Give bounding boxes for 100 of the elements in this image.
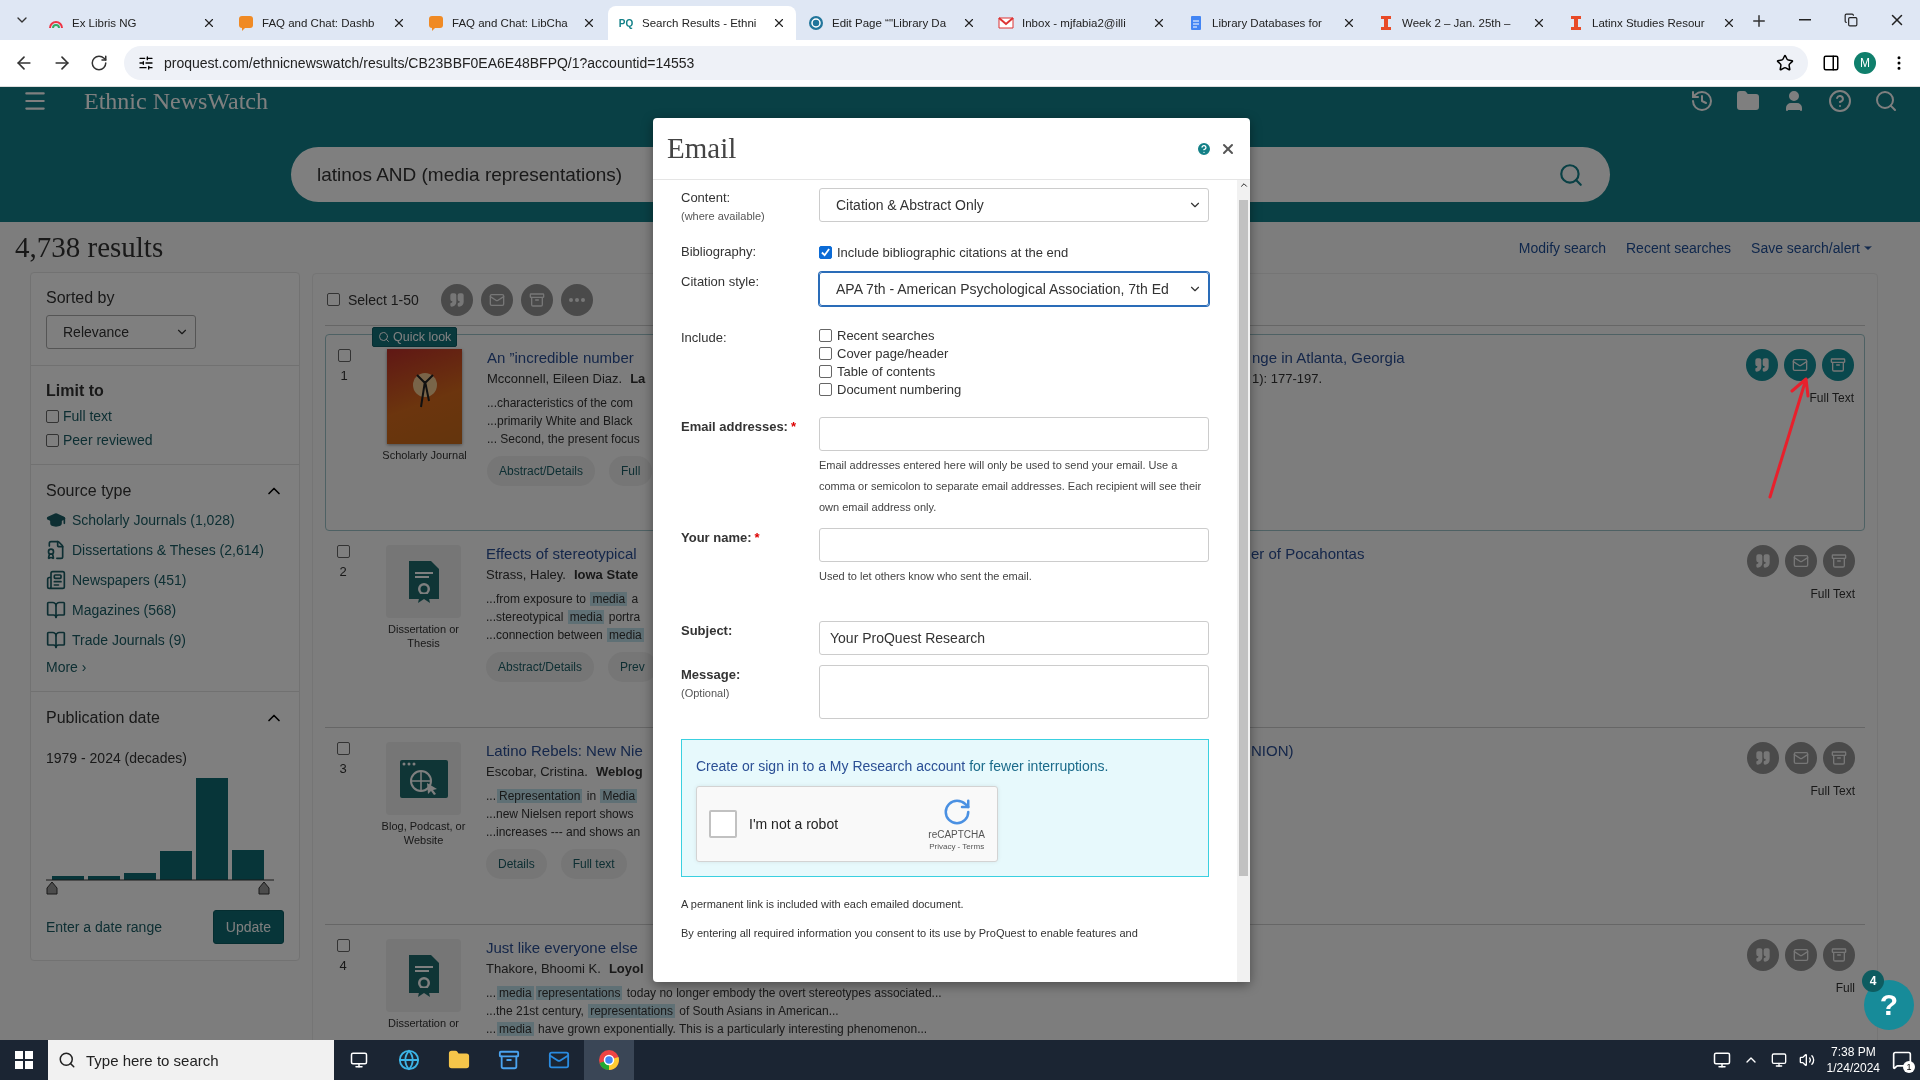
checkbox[interactable] (819, 383, 832, 396)
result-title[interactable]: Latino Rebels: New Nie (486, 742, 643, 759)
close-icon[interactable] (1342, 16, 1356, 30)
section-title[interactable]: Publication date (46, 709, 160, 727)
select-label[interactable]: Select 1-50 (348, 291, 419, 308)
range-handle[interactable] (46, 881, 58, 895)
checkbox-label[interactable]: Full text (63, 408, 112, 424)
side-panel-icon[interactable] (1822, 54, 1840, 72)
save-button[interactable] (1823, 545, 1855, 577)
section-title[interactable]: Source type (46, 482, 132, 500)
checkbox[interactable] (336, 939, 350, 952)
close-icon[interactable] (1532, 16, 1546, 30)
source-type-link[interactable]: Dissertations & Theses (2,614) (72, 542, 264, 558)
browser-tab[interactable]: FAQ and Chat: LibCha (418, 6, 606, 40)
range-handle[interactable] (258, 881, 270, 895)
checkbox[interactable] (327, 293, 340, 306)
checkbox-label[interactable]: Peer reviewed (63, 432, 153, 448)
quick-look-button[interactable]: Quick look (372, 327, 458, 347)
header-link[interactable]: Modify search (1518, 239, 1606, 256)
checkbox[interactable] (336, 742, 350, 755)
close-icon[interactable] (392, 16, 406, 30)
scrollbar[interactable] (1237, 180, 1250, 982)
result-title[interactable]: Effects of stereotypical (486, 545, 637, 562)
chrome-taskbar-button[interactable] (584, 1037, 634, 1080)
browser-tab[interactable]: Week 2 – Jan. 25th – (1368, 6, 1556, 40)
email-button[interactable] (480, 283, 513, 316)
result-action-button[interactable]: Abstract/Details (487, 456, 596, 486)
browser-tab[interactable]: Edit Page “"Library Da (798, 6, 986, 40)
cite-button[interactable] (440, 283, 473, 316)
source-type-link[interactable]: Scholarly Journals (1,028) (72, 512, 235, 528)
cite-button[interactable] (1747, 742, 1779, 774)
close-icon[interactable] (202, 16, 216, 30)
scrollbar-thumb[interactable] (1239, 200, 1248, 876)
signin-link[interactable]: Create or sign in to a My Research account (696, 758, 966, 774)
result-action-button[interactable]: Details (486, 849, 547, 879)
browser-tab[interactable]: FAQ and Chat: Dashb (228, 6, 416, 40)
site-title[interactable]: Ethnic NewsWatch (84, 87, 268, 115)
profile-avatar[interactable]: M (1854, 52, 1876, 74)
date-range-link[interactable]: Enter a date range (46, 919, 162, 935)
result-title[interactable]: er of Pocahontas (1251, 545, 1365, 562)
checkbox[interactable] (46, 433, 59, 447)
journal-cover-image[interactable] (387, 349, 462, 444)
help-icon[interactable] (1196, 140, 1212, 157)
site-settings-icon[interactable] (138, 55, 154, 71)
search-icon[interactable] (1558, 161, 1584, 188)
search-icon[interactable] (1874, 89, 1898, 113)
result-title[interactable]: NION) (1251, 742, 1294, 759)
browser-tab[interactable]: Ex Libris NG (38, 6, 226, 40)
browser-tab[interactable]: PQ Search Results - Ethni (608, 6, 796, 40)
close-icon[interactable] (582, 16, 596, 30)
more-button[interactable] (560, 283, 593, 316)
checkbox[interactable] (819, 365, 832, 378)
source-type-link[interactable]: Newspapers (451) (72, 572, 187, 588)
header-link[interactable]: Recent searches (1626, 239, 1732, 256)
cite-button[interactable] (1746, 349, 1778, 381)
result-title[interactable]: An ”incredible number (487, 349, 634, 366)
email-button[interactable] (1785, 545, 1817, 577)
message-input[interactable] (819, 665, 1209, 719)
checkbox-label[interactable]: Recent searches (837, 328, 935, 343)
checkbox[interactable] (337, 349, 351, 362)
checkbox[interactable] (46, 409, 59, 423)
more-link[interactable]: More › (46, 659, 284, 675)
source-type-link[interactable]: Trade Journals (9) (72, 632, 186, 648)
close-icon[interactable] (962, 16, 976, 30)
save-button[interactable] (1823, 742, 1855, 774)
name-input[interactable] (819, 528, 1209, 562)
taskbar-search-field[interactable]: Type here to search (48, 1037, 334, 1080)
close-icon[interactable] (772, 16, 786, 30)
checkbox[interactable] (336, 545, 350, 558)
result-action-button[interactable]: Full text (560, 849, 627, 879)
content-select[interactable]: Citation & Abstract Only (819, 188, 1209, 222)
checkbox[interactable] (819, 245, 832, 259)
checkbox-label[interactable]: Table of contents (837, 364, 936, 379)
cite-button[interactable] (1747, 939, 1779, 971)
sort-select[interactable]: Relevance (46, 315, 196, 349)
email-button[interactable] (1785, 939, 1817, 971)
checkbox[interactable] (819, 329, 832, 342)
result-title[interactable]: nge in Atlanta, Georgia (1252, 349, 1405, 366)
scroll-up-icon[interactable] (1238, 180, 1249, 190)
history-icon[interactable] (1690, 89, 1714, 113)
checkbox-label[interactable]: Include bibliographic citations at the end (837, 244, 1069, 260)
cite-button[interactable] (1747, 545, 1779, 577)
email-input[interactable] (819, 417, 1209, 451)
save-button[interactable] (1822, 349, 1854, 381)
citation-style-select[interactable]: APA 7th - American Psychological Association, 7th Ed (819, 272, 1209, 306)
update-button[interactable]: Update (212, 910, 284, 944)
checkbox[interactable] (819, 347, 832, 360)
notifications-icon[interactable] (1892, 1050, 1912, 1070)
checkbox-label[interactable]: Document numbering (837, 382, 962, 397)
result-action-button[interactable]: Abstract/Details (486, 652, 595, 682)
result-title[interactable]: Just like everyone else (486, 939, 638, 956)
address-bar[interactable]: proquest.com/ethnicnewswatch/results/CB23BBF0EA6E48BFPQ/1?accountid=14553 (124, 46, 1808, 80)
captcha-links[interactable]: Privacy - Terms (929, 842, 985, 851)
save-button[interactable] (520, 283, 553, 316)
close-icon[interactable] (1722, 16, 1736, 30)
email-button[interactable] (1785, 742, 1817, 774)
source-type-link[interactable]: Magazines (568) (72, 602, 177, 618)
checkbox-label[interactable]: Cover page/header (837, 346, 949, 361)
captcha-checkbox[interactable] (709, 810, 737, 838)
header-link[interactable]: Save search/alert (1751, 239, 1874, 256)
